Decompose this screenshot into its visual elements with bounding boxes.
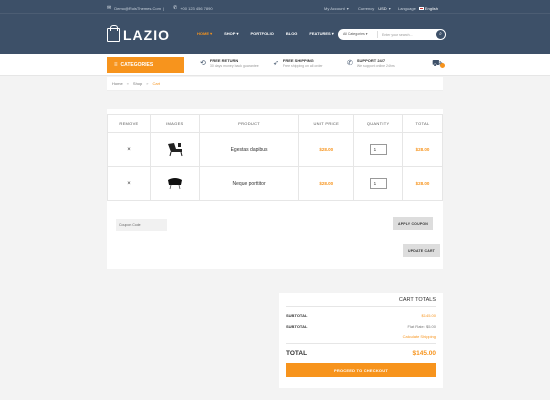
header-divider <box>0 13 550 14</box>
nav-blog[interactable]: BLOG <box>286 31 298 36</box>
my-account-label: My Account <box>324 5 345 11</box>
flag-icon <box>418 6 424 10</box>
remove-item-button[interactable]: × <box>127 181 131 187</box>
nav-portfolio[interactable]: PORTFOLIO <box>251 31 274 36</box>
cart-panel: REMOVE IMAGES PRODUCT UNIT PRICE QUANTIT… <box>107 109 443 269</box>
nav-features[interactable]: FEATURES ▾ <box>309 31 333 36</box>
search-icon: ⌕ <box>439 31 442 37</box>
my-account-dropdown[interactable]: My Account ▾ <box>324 4 349 12</box>
line-total: $28.00 <box>402 132 443 167</box>
table-row: × Neque porttitor $28.00 1 $28.00 <box>107 166 443 201</box>
unit-price: $28.00 <box>298 166 355 201</box>
categories-button[interactable]: ≡ CATEGORIES <box>107 57 184 73</box>
column-header: IMAGES <box>149 114 200 133</box>
divider <box>286 306 436 307</box>
product-name[interactable]: Neque porttitor <box>198 166 300 201</box>
top-header: ✉ Demo@RoisThemes.Com | ✆ +00 123 456 78… <box>0 0 550 54</box>
divider: | <box>163 5 165 11</box>
cart-totals-title: CART TOTALS <box>398 297 436 303</box>
breadcrumb-separator: » <box>126 81 129 86</box>
email-text: Demo@RoisThemes.Com <box>114 5 161 11</box>
lounge-chair-image <box>167 142 183 156</box>
table-row: × Egestas dapibus $28.00 1 $28.00 <box>107 132 443 167</box>
mail-icon: ✉ <box>107 5 112 11</box>
search-bar: All Categories ▾ Enter your search... ⌕ <box>338 29 446 40</box>
coupon-code-input[interactable]: Coupon Code <box>116 219 167 231</box>
support-icon: ✆ <box>347 60 353 67</box>
quantity-input[interactable]: 1 <box>369 178 387 189</box>
search-button[interactable]: ⌕ <box>436 30 445 39</box>
categories-label: CATEGORIES <box>120 62 154 68</box>
caret-down-icon: ▾ <box>388 5 391 11</box>
total-value: $145.00 <box>412 350 437 357</box>
currency-value: USD <box>378 5 387 11</box>
proceed-to-checkout-button[interactable]: PROCEED TO CHECKOUT <box>286 363 436 377</box>
language-label: Language <box>398 5 416 11</box>
column-header: UNIT PRICE <box>298 114 355 133</box>
nav-shop[interactable]: SHOP ▾ <box>224 31 238 36</box>
armchair-image <box>167 177 182 189</box>
quantity-input[interactable]: 1 <box>369 144 387 155</box>
column-header: PRODUCT <box>198 114 300 133</box>
column-header: TOTAL <box>402 114 443 133</box>
search-category-select[interactable]: All Categories ▾ <box>338 31 378 38</box>
search-input[interactable]: Enter your search... <box>378 33 436 37</box>
cart-count-badge <box>440 63 445 68</box>
update-cart-button[interactable]: UPDATE CART <box>403 244 440 257</box>
breadcrumb-home[interactable]: Home <box>112 81 123 86</box>
product-image[interactable] <box>149 166 200 201</box>
phone-icon: ✆ <box>173 5 178 11</box>
main-nav: HOME ▾ SHOP ▾ PORTFOLIO BLOG FEATURES ▾ <box>197 31 346 36</box>
site-logo[interactable]: LAZIO <box>107 25 170 43</box>
line-total: $28.00 <box>402 166 443 201</box>
apply-coupon-button[interactable]: APPLY COUPON <box>393 217 433 230</box>
feature-free-return: ⟲ FREE RETURN 30 days money back guarante… <box>200 58 259 68</box>
cart-totals-panel: CART TOTALS SUBTOTAL $145.00 SUBTOTAL Fl… <box>279 293 443 388</box>
menu-icon: ≡ <box>114 62 118 68</box>
table-header-row: REMOVE IMAGES PRODUCT UNIT PRICE QUANTIT… <box>107 114 443 133</box>
product-name[interactable]: Egestas dapibus <box>198 132 300 167</box>
shipping-label: SUBTOTAL <box>286 324 308 329</box>
language-value: English <box>424 5 438 11</box>
column-header: REMOVE <box>107 114 151 133</box>
remove-item-button[interactable]: × <box>127 147 131 153</box>
email-info[interactable]: ✉ Demo@RoisThemes.Com <box>107 4 161 12</box>
total-label: TOTAL <box>286 350 308 357</box>
breadcrumb-shop[interactable]: Shop <box>133 81 142 86</box>
product-image[interactable] <box>149 132 200 167</box>
divider <box>286 343 436 344</box>
rocket-icon: ➶ <box>273 60 279 67</box>
cart-table: REMOVE IMAGES PRODUCT UNIT PRICE QUANTIT… <box>107 114 443 201</box>
breadcrumb-current: Cart <box>152 81 161 86</box>
nav-home[interactable]: HOME ▾ <box>197 31 212 36</box>
currency-label: Currency <box>358 5 375 11</box>
shipping-rate: Flat Rate: $5.00 <box>407 324 436 329</box>
logo-text: LAZIO <box>123 27 170 43</box>
phone-info: ✆ +00 123 456 7890 <box>173 4 213 12</box>
shopping-bag-icon <box>107 25 120 42</box>
subtotal-label: SUBTOTAL <box>286 313 308 318</box>
caret-down-icon: ▾ <box>346 5 349 11</box>
feature-support: ✆ SUPPORT 24/7 We support online 24hrs <box>347 58 395 68</box>
breadcrumb: Home » Shop » Cart <box>107 77 443 91</box>
language-dropdown[interactable]: Language English <box>398 4 438 12</box>
unit-price: $28.00 <box>298 132 355 167</box>
subtotal-value: $145.00 <box>421 313 436 318</box>
phone-text: +00 123 456 7890 <box>180 5 213 11</box>
breadcrumb-separator: » <box>146 81 149 86</box>
currency-dropdown[interactable]: Currency USD ▾ <box>358 4 391 12</box>
feature-free-shipping: ➶ FREE SHIPPING Free shipping on all orde… <box>273 58 323 68</box>
column-header: QUANTITY <box>353 114 404 133</box>
calculate-shipping-link[interactable]: Calculate Shipping <box>403 334 436 339</box>
refresh-icon: ⟲ <box>200 60 206 67</box>
